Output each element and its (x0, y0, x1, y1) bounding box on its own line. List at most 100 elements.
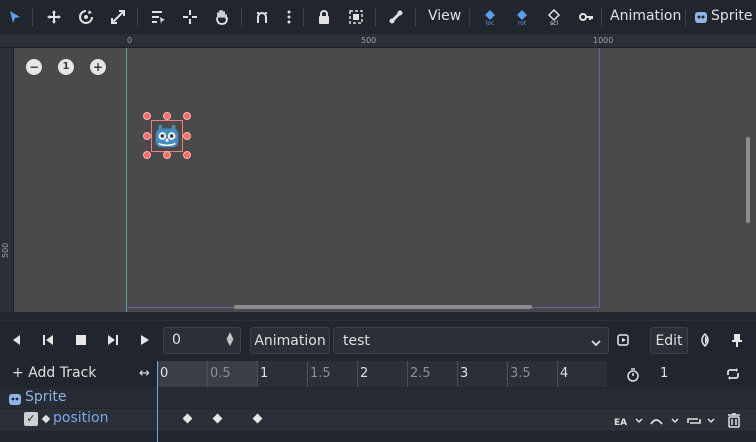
zoom-out-button[interactable]: − (26, 59, 42, 75)
resize-handle[interactable] (183, 151, 191, 159)
canvas-viewport[interactable]: 0 500 1000 500 − 1 + (0, 34, 756, 312)
resize-handle[interactable] (143, 112, 151, 120)
scale-tool-icon[interactable] (108, 7, 128, 27)
svg-text:EA: EA (614, 418, 627, 428)
timeline-label: 2.5 (410, 366, 431, 381)
animation-menu[interactable]: Animation (610, 8, 681, 24)
selected-sprite[interactable] (151, 120, 183, 152)
loop-wrap-dropdown[interactable] (686, 413, 718, 427)
plus-icon: + (12, 365, 24, 381)
toolbar-separator (685, 8, 686, 26)
add-track-label: Add Track (28, 365, 97, 381)
pivot-tool-icon[interactable] (180, 7, 200, 27)
resize-handle[interactable] (163, 112, 171, 120)
trash-icon[interactable] (726, 412, 742, 428)
resize-handle[interactable] (183, 132, 191, 140)
zoom-in-button[interactable]: + (90, 59, 106, 75)
godot-editor: View loc rot scl Animation Sprite 0 500 … (0, 0, 756, 442)
timeline-label: 0.5 (210, 366, 231, 381)
animation-length-input[interactable]: 1 (660, 366, 668, 381)
toolbar-separator (415, 8, 416, 26)
timeline-tick (507, 361, 508, 387)
edit-button[interactable]: Edit (650, 327, 688, 354)
toolbar-separator (601, 8, 602, 26)
group-icon[interactable] (346, 7, 366, 27)
vertical-ruler: 500 (0, 48, 14, 312)
autoplay-icon[interactable] (615, 329, 633, 351)
bone-icon[interactable] (386, 7, 406, 27)
play-icon[interactable] (136, 329, 154, 351)
track-node-label: Sprite (25, 389, 67, 405)
ruler-tick: 0 (127, 36, 133, 45)
timeline-label: 3.5 (510, 366, 531, 381)
godot-logo-icon (155, 124, 179, 148)
toolbar-separator (241, 8, 242, 26)
snap-icon[interactable] (252, 7, 272, 27)
timeline-tick (257, 361, 258, 387)
ruler-tick: 500 (361, 36, 377, 45)
onion-skin-icon[interactable] (696, 329, 714, 351)
svg-text:loc: loc (486, 20, 495, 25)
pin-icon[interactable] (728, 329, 746, 351)
timeline-tick (457, 361, 458, 387)
rotate-tool-icon[interactable] (76, 7, 96, 27)
horizontal-ruler: 0 500 1000 (0, 34, 756, 48)
loc-key-icon[interactable]: loc (480, 7, 500, 27)
timeline-zoom-icon[interactable]: ↔ (139, 366, 150, 381)
ruler-tick: 500 (1, 242, 10, 258)
resize-handle[interactable] (163, 151, 171, 159)
chevron-down-icon (590, 334, 602, 347)
canvas-toolbar: View loc rot scl Animation Sprite (0, 0, 756, 34)
toolbar-separator (303, 8, 304, 26)
timeline-tick (307, 361, 308, 387)
lock-icon[interactable] (314, 7, 334, 27)
vertical-scrollbar[interactable] (746, 137, 750, 223)
horizontal-scrollbar[interactable] (234, 305, 532, 309)
sprite-node-icon (8, 391, 22, 405)
toolbar-separator (375, 8, 376, 26)
play-backwards-from-end-icon[interactable] (7, 329, 25, 351)
timeline-tick (557, 361, 558, 387)
update-mode-dropdown[interactable]: EA (614, 413, 646, 428)
resize-handle[interactable] (183, 112, 191, 120)
animation-select[interactable]: test (333, 327, 609, 354)
timeline-tick (357, 361, 358, 387)
rot-key-icon[interactable]: rot (512, 7, 532, 27)
list-select-icon[interactable] (148, 7, 168, 27)
stop-icon[interactable] (72, 329, 90, 351)
add-track-button[interactable]: + Add Track (12, 365, 96, 381)
key-icon[interactable] (576, 7, 596, 27)
select-tool-icon[interactable] (5, 7, 25, 27)
move-tool-icon[interactable] (44, 7, 64, 27)
toolbar-separator (32, 8, 33, 26)
svg-text:scl: scl (550, 20, 558, 25)
snap-options-icon[interactable] (279, 7, 299, 27)
pan-tool-icon[interactable] (212, 7, 232, 27)
loop-icon[interactable] (725, 366, 741, 382)
svg-text:rot: rot (518, 20, 527, 25)
sprite-node-icon (691, 7, 711, 27)
scene-boundary-right (599, 48, 600, 308)
scl-key-icon[interactable]: scl (544, 7, 564, 27)
time-spinner-icon[interactable]: ▲ ▼ (225, 332, 235, 348)
animation-button[interactable]: Animation (250, 327, 330, 354)
play-backwards-icon[interactable] (39, 329, 57, 351)
view-menu[interactable]: View (428, 8, 461, 24)
timeline-label: 0 (160, 366, 169, 381)
zoom-reset-button[interactable]: 1 (58, 59, 74, 75)
timeline-label: 1.5 (310, 366, 331, 381)
stopwatch-icon[interactable] (626, 367, 640, 382)
track-node-row[interactable] (0, 388, 756, 408)
interpolation-dropdown[interactable] (650, 413, 682, 427)
timeline-playhead[interactable] (157, 361, 158, 442)
toolbar-separator (137, 8, 138, 26)
play-from-start-icon[interactable] (104, 329, 122, 351)
sprite-menu[interactable]: Sprite (711, 8, 753, 24)
timeline-label: 1 (260, 366, 269, 381)
resize-handle[interactable] (143, 132, 151, 140)
track-property-label: position (53, 410, 109, 426)
timeline-label: 4 (560, 366, 569, 381)
track-enabled-checkbox[interactable]: ✓ (24, 412, 38, 426)
resize-handle[interactable] (143, 151, 151, 159)
toolbar-separator (469, 8, 470, 26)
